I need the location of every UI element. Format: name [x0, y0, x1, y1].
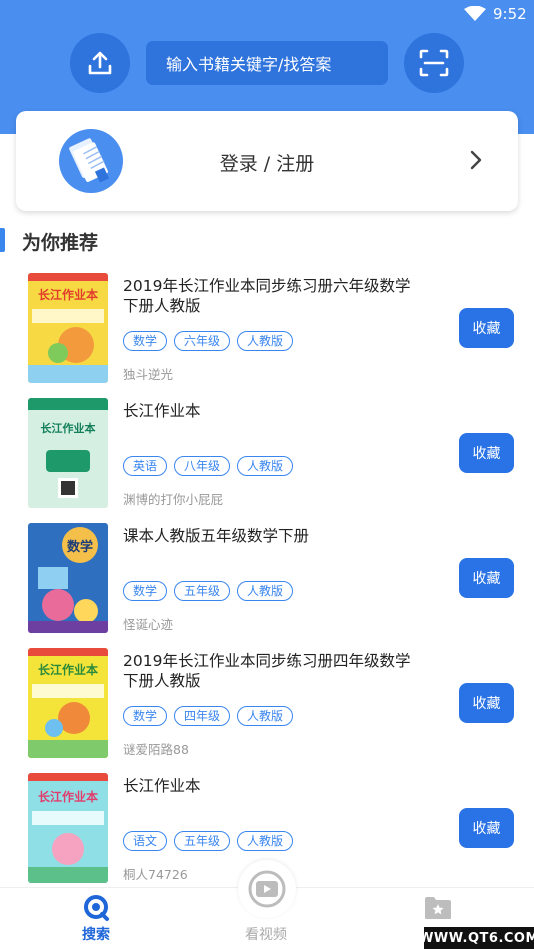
book-title[interactable]: 2019年长江作业本同步练习册六年级数学下册人教版 [123, 276, 423, 316]
tag-list: 数学 四年级 人教版 [123, 706, 294, 726]
favorite-button[interactable]: 收藏 [459, 558, 514, 598]
book-author: 怪诞心迹 [123, 617, 174, 632]
favorite-button[interactable]: 收藏 [459, 433, 514, 473]
book-cover: 长江作业本 [28, 773, 108, 883]
book-item[interactable]: 数学 课本人教版五年级数学下册 数学 五年级 人教版 怪诞心迹 收藏 [0, 520, 534, 644]
tag[interactable]: 数学 [123, 706, 168, 726]
book-item[interactable]: 长江作业本 2019年长江作业本同步练习册四年级数学下册人教版 数学 四年级 人… [0, 645, 534, 769]
tag[interactable]: 数学 [123, 581, 168, 601]
tab-video-label: 看视频 [245, 927, 287, 943]
status-bar: 9:52 [0, 0, 534, 30]
book-author: 桐人74726 [123, 867, 188, 882]
video-tab-button[interactable] [238, 860, 296, 918]
book-author: 谜爱陌路88 [123, 742, 189, 757]
book-cover: 长江作业本 [28, 398, 108, 508]
book-cover: 数学 [28, 523, 108, 633]
search-placeholder: 输入书籍关键字/找答案 [166, 55, 332, 74]
section-indicator [0, 228, 5, 252]
cover-text: 数学 [67, 539, 93, 555]
book-title[interactable]: 2019年长江作业本同步练习册四年级数学下册人教版 [123, 651, 423, 691]
upload-icon [88, 51, 112, 75]
tag[interactable]: 英语 [123, 456, 168, 476]
star-folder-icon [425, 897, 451, 919]
tag[interactable]: 语文 [123, 831, 168, 851]
tag[interactable]: 人教版 [237, 706, 294, 726]
scan-icon [419, 49, 449, 77]
search-icon [84, 895, 109, 921]
status-time: 9:52 [493, 5, 527, 23]
favorite-button[interactable]: 收藏 [459, 808, 514, 848]
tag[interactable]: 五年级 [174, 831, 231, 851]
login-label: 登录 / 注册 [219, 153, 315, 175]
search-input[interactable]: 输入书籍关键字/找答案 [146, 41, 388, 85]
wifi-icon [464, 6, 486, 21]
favorite-button[interactable]: 收藏 [459, 683, 514, 723]
tab-search[interactable]: 搜索 [26, 888, 166, 949]
tag-list: 数学 五年级 人教版 [123, 581, 294, 601]
book-author: 独斗逆光 [123, 367, 174, 382]
tab-search-label: 搜索 [82, 927, 110, 943]
section-title: 为你推荐 [22, 232, 99, 254]
tag[interactable]: 人教版 [237, 831, 294, 851]
upload-button[interactable] [70, 33, 130, 93]
favorite-button[interactable]: 收藏 [459, 308, 514, 348]
cover-text: 长江作业本 [41, 421, 96, 435]
tag[interactable]: 四年级 [174, 706, 231, 726]
cover-text: 长江作业本 [38, 287, 98, 302]
tag[interactable]: 八年级 [174, 456, 231, 476]
login-card[interactable]: 登录 / 注册 [16, 111, 518, 211]
tag[interactable]: 五年级 [174, 581, 231, 601]
scan-button[interactable] [404, 33, 464, 93]
book-cover: 长江作业本 [28, 273, 108, 383]
cover-text: 长江作业本 [38, 662, 98, 677]
tag[interactable]: 人教版 [237, 456, 294, 476]
tag-list: 语文 五年级 人教版 [123, 831, 294, 851]
book-item[interactable]: 长江作业本 2019年长江作业本同步练习册六年级数学下册人教版 数学 六年级 人… [0, 270, 534, 394]
tag[interactable]: 数学 [123, 331, 168, 351]
book-title[interactable]: 长江作业本 [123, 401, 423, 421]
cover-text: 长江作业本 [38, 789, 98, 804]
book-author: 渊博的打你小屁屁 [123, 492, 224, 507]
tag[interactable]: 人教版 [237, 581, 294, 601]
video-icon [248, 870, 286, 908]
tag[interactable]: 人教版 [237, 331, 294, 351]
chevron-right-icon [470, 150, 482, 170]
book-cover: 长江作业本 [28, 648, 108, 758]
tag-list: 英语 八年级 人教版 [123, 456, 294, 476]
watermark: WWW.QT6.COM [419, 927, 534, 949]
book-title[interactable]: 长江作业本 [123, 776, 423, 796]
tag-list: 数学 六年级 人教版 [123, 331, 294, 351]
tag[interactable]: 六年级 [174, 331, 231, 351]
book-item[interactable]: 长江作业本 长江作业本 英语 八年级 人教版 渊博的打你小屁屁 收藏 [0, 395, 534, 519]
book-title[interactable]: 课本人教版五年级数学下册 [123, 526, 423, 546]
